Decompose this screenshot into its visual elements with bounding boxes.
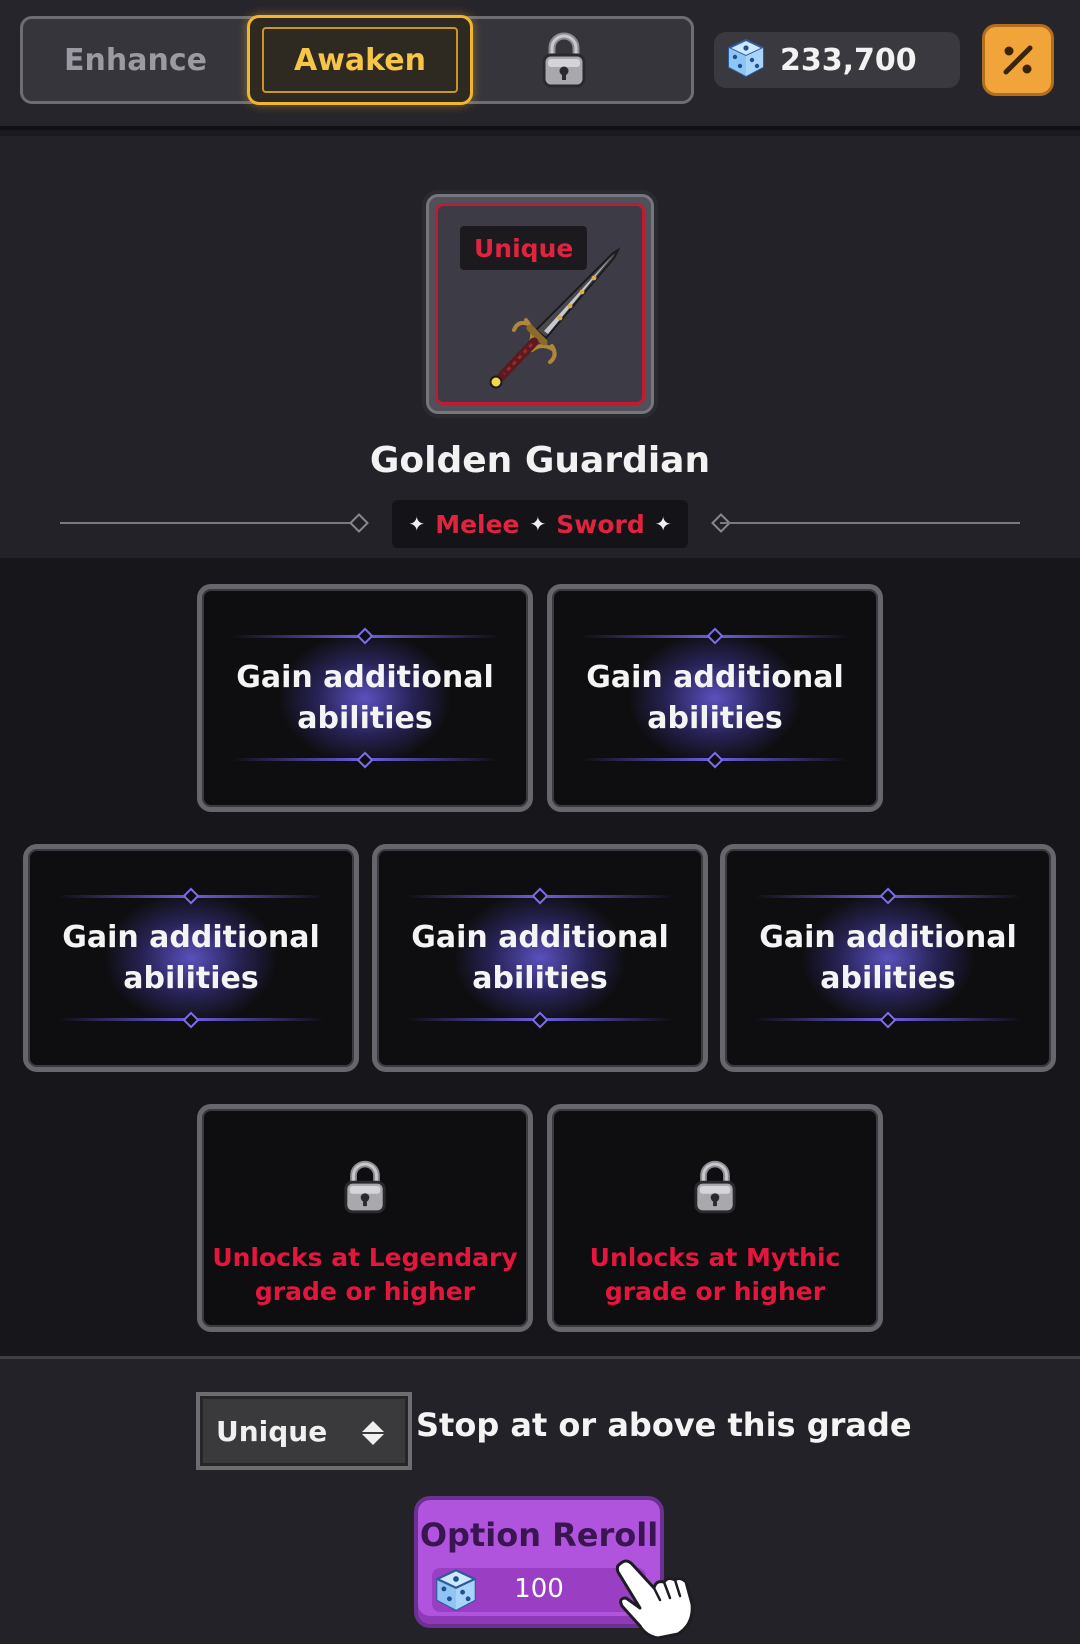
stop-grade-label: Stop at or above this grade	[416, 1406, 912, 1444]
diamond-arrow-icon	[361, 1421, 385, 1445]
awaken-options-panel: Gain additional abilities Gain additiona…	[0, 558, 1080, 1358]
tag-diamond-left	[349, 513, 369, 533]
locked-option-text: Unlocks at Legendary grade or higher	[212, 1243, 518, 1306]
item-tags-row: ✦ Melee ✦ Sword ✦	[0, 500, 1080, 548]
lock-icon	[693, 1159, 737, 1219]
lock-icon	[343, 1159, 387, 1219]
reroll-label: Option Reroll	[419, 1516, 659, 1554]
item-tag-weapon: Sword	[556, 509, 645, 539]
tab-awaken[interactable]: Awaken	[247, 15, 473, 105]
stop-grade-dropdown[interactable]: Unique	[196, 1392, 412, 1470]
section-divider	[0, 1356, 1080, 1359]
top-bar: Enhance Awaken 233,700	[0, 0, 1080, 136]
item-frame: Unique	[435, 203, 645, 405]
dice-amount: 233,700	[780, 42, 917, 78]
tab-bar: Enhance Awaken	[20, 15, 694, 105]
stop-grade-value: Unique	[216, 1414, 328, 1448]
sparkle-icon: ✦	[529, 512, 547, 536]
lock-icon	[542, 32, 586, 88]
option-text: Gain additional abilities	[236, 660, 494, 736]
sword-icon	[489, 247, 621, 389]
option-slot-2[interactable]: Gain additional abilities	[547, 584, 883, 812]
sparkle-icon: ✦	[654, 512, 672, 536]
tag-line-right	[720, 522, 1020, 524]
option-text: Gain additional abilities	[411, 920, 669, 996]
option-text: Gain additional abilities	[759, 920, 1017, 996]
dice-icon	[726, 38, 766, 82]
percent-icon	[1003, 45, 1033, 75]
option-slot-1[interactable]: Gain additional abilities	[197, 584, 533, 812]
tab-awaken-label: Awaken	[262, 27, 458, 93]
item-tag-type: Melee	[435, 509, 520, 539]
option-slot-3[interactable]: Gain additional abilities	[23, 844, 359, 1072]
item-name: Golden Guardian	[369, 440, 711, 481]
item-tags: ✦ Melee ✦ Sword ✦	[392, 500, 688, 548]
option-text: Gain additional abilities	[586, 660, 844, 736]
percent-button[interactable]	[982, 24, 1054, 96]
option-slot-locked-mythic[interactable]: Unlocks at Mythic grade or higher	[547, 1104, 883, 1332]
option-slot-4[interactable]: Gain additional abilities	[372, 844, 708, 1072]
sparkle-icon: ✦	[408, 512, 426, 536]
tab-locked[interactable]	[533, 29, 595, 91]
tag-line-left	[60, 522, 360, 524]
option-text: Gain additional abilities	[62, 920, 320, 996]
option-slot-locked-legendary[interactable]: Unlocks at Legendary grade or higher	[197, 1104, 533, 1332]
item-slot[interactable]: Unique	[422, 190, 658, 418]
locked-option-text: Unlocks at Mythic grade or higher	[589, 1243, 841, 1306]
dice-currency: 233,700	[714, 32, 960, 88]
option-slot-5[interactable]: Gain additional abilities	[720, 844, 1056, 1072]
tutorial-hand-pointer-icon	[615, 1559, 694, 1640]
tab-enhance[interactable]: Enhance	[23, 19, 248, 101]
